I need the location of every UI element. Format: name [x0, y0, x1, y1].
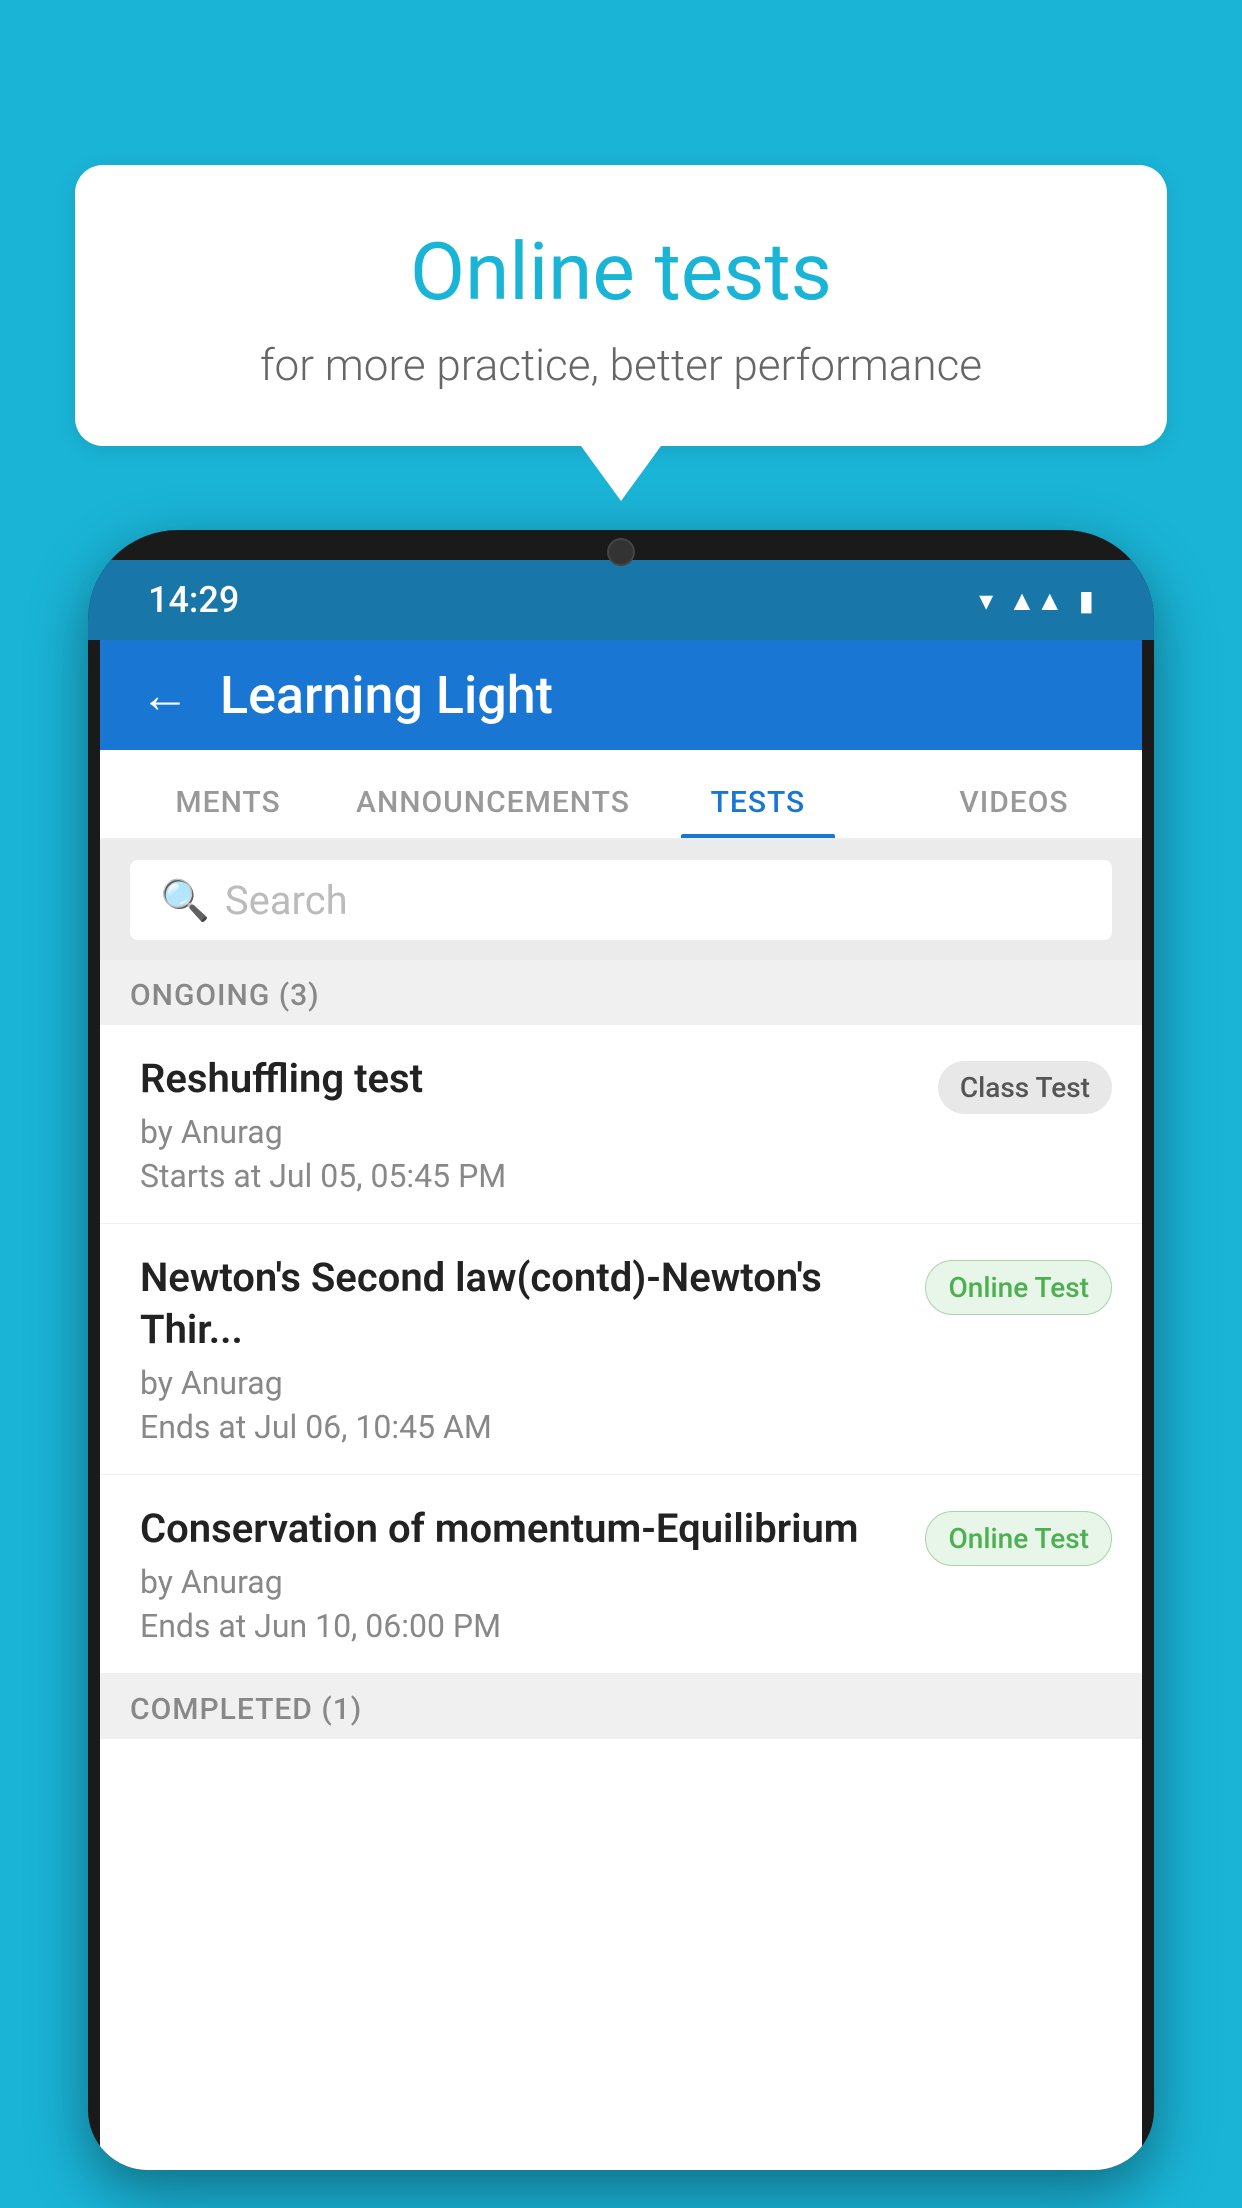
speech-bubble-container: Online tests for more practice, better p… [75, 165, 1167, 501]
test-item-content: Reshuffling test by Anurag Starts at Jul… [140, 1053, 918, 1195]
test-item[interactable]: Conservation of momentum-Equilibrium by … [100, 1475, 1142, 1674]
test-author: by Anurag [140, 1563, 905, 1601]
test-item-content: Newton's Second law(contd)-Newton's Thir… [140, 1252, 905, 1446]
speech-bubble-title: Online tests [155, 225, 1087, 319]
phone-screen: ← Learning Light MENTS ANNOUNCEMENTS TES… [100, 640, 1142, 2170]
speech-bubble-subtitle: for more practice, better performance [155, 339, 1087, 391]
wifi-icon: ▾ [979, 584, 993, 617]
status-time: 14:29 [148, 579, 239, 621]
tab-videos[interactable]: VIDEOS [886, 785, 1142, 838]
app-bar-title: Learning Light [220, 665, 553, 726]
test-author: by Anurag [140, 1364, 905, 1402]
signal-icon: ▲▲ [1008, 584, 1063, 617]
battery-icon: ▮ [1079, 584, 1094, 617]
status-icons: ▾ ▲▲ ▮ [979, 584, 1094, 617]
speech-bubble: Online tests for more practice, better p… [75, 165, 1167, 446]
search-bar-container: 🔍 Search [100, 840, 1142, 960]
test-date: Ends at Jun 10, 06:00 PM [140, 1607, 905, 1645]
test-item-content: Conservation of momentum-Equilibrium by … [140, 1503, 905, 1645]
tab-bar: MENTS ANNOUNCEMENTS TESTS VIDEOS [100, 750, 1142, 840]
test-badge-class: Class Test [938, 1061, 1112, 1114]
phone-frame: 14:29 ▾ ▲▲ ▮ ← Learning Light MENTS ANNO… [88, 530, 1154, 2170]
test-badge-online: Online Test [925, 1260, 1112, 1315]
test-author: by Anurag [140, 1113, 918, 1151]
test-title: Reshuffling test [140, 1053, 918, 1105]
search-placeholder: Search [225, 877, 348, 924]
test-item[interactable]: Newton's Second law(contd)-Newton's Thir… [100, 1224, 1142, 1475]
test-date: Ends at Jul 06, 10:45 AM [140, 1408, 905, 1446]
speech-bubble-arrow [581, 446, 661, 501]
tab-ments[interactable]: MENTS [100, 785, 356, 838]
tab-announcements[interactable]: ANNOUNCEMENTS [356, 785, 630, 838]
back-button[interactable]: ← [140, 666, 190, 725]
phone-camera [607, 538, 635, 566]
tab-tests[interactable]: TESTS [630, 785, 886, 838]
test-title: Newton's Second law(contd)-Newton's Thir… [140, 1252, 905, 1356]
app-bar: ← Learning Light [100, 640, 1142, 750]
phone-container: 14:29 ▾ ▲▲ ▮ ← Learning Light MENTS ANNO… [88, 530, 1154, 2208]
test-list: Reshuffling test by Anurag Starts at Jul… [100, 1025, 1142, 1674]
ongoing-section-label: ONGOING (3) [100, 960, 1142, 1025]
search-icon: 🔍 [160, 877, 210, 924]
completed-section-label: COMPLETED (1) [100, 1674, 1142, 1739]
content-area: 🔍 Search ONGOING (3) Reshuffling test by… [100, 840, 1142, 1739]
status-bar: 14:29 ▾ ▲▲ ▮ [88, 560, 1154, 640]
test-item[interactable]: Reshuffling test by Anurag Starts at Jul… [100, 1025, 1142, 1224]
search-bar[interactable]: 🔍 Search [130, 860, 1112, 940]
test-title: Conservation of momentum-Equilibrium [140, 1503, 905, 1555]
test-badge-online: Online Test [925, 1511, 1112, 1566]
test-date: Starts at Jul 05, 05:45 PM [140, 1157, 918, 1195]
